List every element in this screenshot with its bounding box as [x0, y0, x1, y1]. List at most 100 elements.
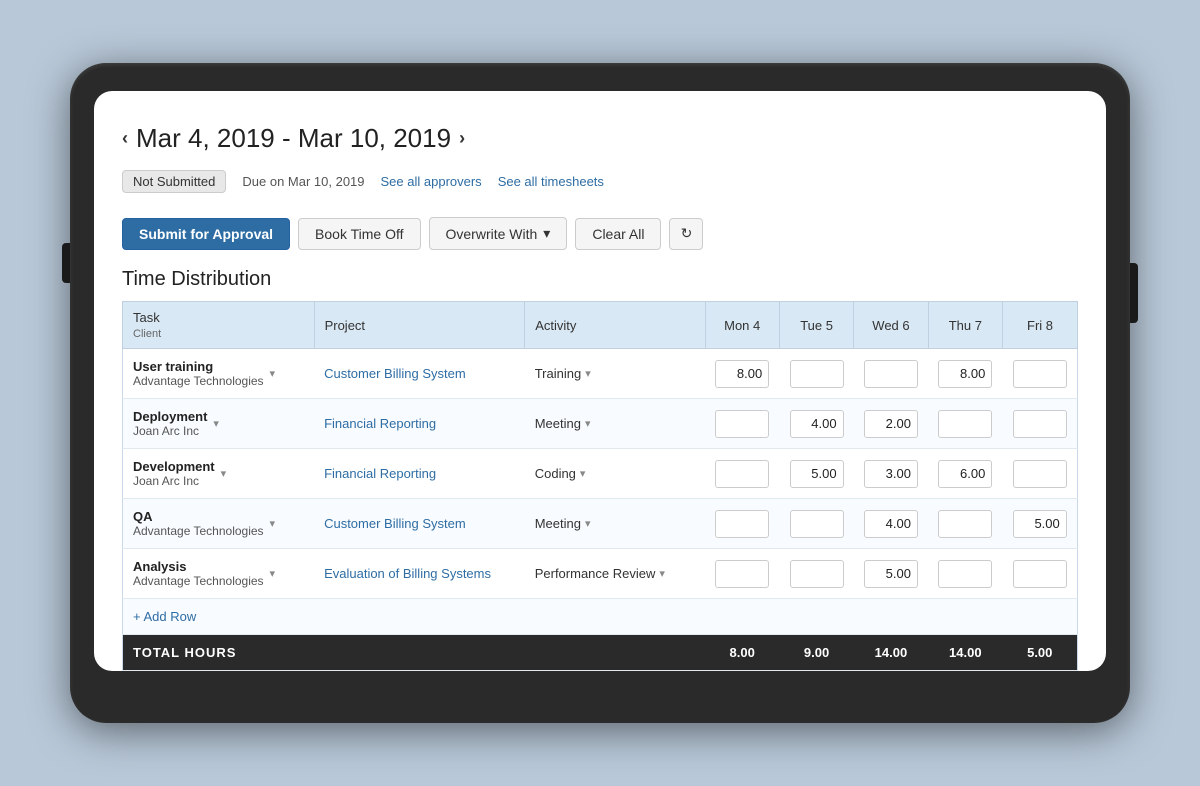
hour-cell-wed-2 [854, 449, 928, 499]
hour-input-fri-1[interactable] [1013, 410, 1067, 438]
activity-dropdown-arrow-4[interactable]: ▾ [659, 567, 665, 580]
hour-input-tue-0[interactable] [790, 360, 844, 388]
col-header-activity: Activity [525, 302, 705, 349]
see-timesheets-link[interactable]: See all timesheets [498, 174, 604, 189]
status-badge: Not Submitted [122, 170, 226, 193]
hour-input-mon-1[interactable] [715, 410, 769, 438]
book-time-off-button[interactable]: Book Time Off [298, 218, 420, 250]
refresh-button[interactable]: ↻ [669, 218, 703, 250]
project-cell-0: Customer Billing System [314, 349, 525, 399]
hour-input-fri-2[interactable] [1013, 460, 1067, 488]
status-bar: Not Submitted Due on Mar 10, 2019 See al… [122, 162, 1078, 207]
activity-dropdown-arrow-0[interactable]: ▾ [585, 367, 591, 380]
project-cell-4: Evaluation of Billing Systems [314, 549, 525, 599]
hour-cell-fri-0 [1003, 349, 1078, 399]
activity-cell-3: Meeting ▾ [525, 499, 705, 549]
hour-input-mon-4[interactable] [715, 560, 769, 588]
hour-input-wed-1[interactable] [864, 410, 918, 438]
hour-input-tue-1[interactable] [790, 410, 844, 438]
hour-cell-tue-1 [779, 399, 853, 449]
prev-arrow[interactable]: ‹ [122, 128, 128, 149]
due-date-text: Due on Mar 10, 2019 [242, 174, 364, 189]
total-thu: 14.00 [928, 635, 1002, 671]
task-dropdown-arrow-4[interactable]: ▾ [270, 567, 276, 580]
table-row: User training Advantage Technologies ▾ C… [123, 349, 1078, 399]
hour-input-wed-3[interactable] [864, 510, 918, 538]
toolbar: Submit for Approval Book Time Off Overwr… [122, 207, 1078, 268]
hour-input-thu-0[interactable] [938, 360, 992, 388]
activity-dropdown-arrow-3[interactable]: ▾ [585, 517, 591, 530]
activity-value-2: Coding [535, 466, 576, 481]
hour-cell-tue-0 [779, 349, 853, 399]
project-cell-3: Customer Billing System [314, 499, 525, 549]
total-hours-label: TOTAL HOURS [123, 635, 706, 671]
activity-dropdown-arrow-2[interactable]: ▾ [580, 467, 586, 480]
task-cell-2: Development Joan Arc Inc ▾ [123, 449, 315, 499]
activity-value-1: Meeting [535, 416, 581, 431]
task-cell-1: Deployment Joan Arc Inc ▾ [123, 399, 315, 449]
hour-cell-wed-1 [854, 399, 928, 449]
col-header-mon: Mon 4 [705, 302, 779, 349]
section-title: Time Distribution [122, 268, 1078, 291]
hour-input-mon-0[interactable] [715, 360, 769, 388]
task-dropdown-arrow-2[interactable]: ▾ [221, 467, 227, 480]
table-header-row: Task Client Project Activity Mon 4 Tue 5… [123, 302, 1078, 349]
hour-input-mon-2[interactable] [715, 460, 769, 488]
hour-cell-thu-4 [928, 549, 1002, 599]
hour-cell-mon-0 [705, 349, 779, 399]
col-header-tue: Tue 5 [779, 302, 853, 349]
tablet-screen: ‹ Mar 4, 2019 - Mar 10, 2019 › Not Submi… [94, 91, 1106, 671]
table-row: Analysis Advantage Technologies ▾ Evalua… [123, 549, 1078, 599]
hour-input-thu-4[interactable] [938, 560, 992, 588]
task-name-1: Deployment [133, 409, 207, 424]
side-button-right [1130, 263, 1138, 323]
activity-cell-4: Performance Review ▾ [525, 549, 705, 599]
overwrite-dropdown-arrow: ▾ [543, 225, 550, 242]
hour-input-thu-2[interactable] [938, 460, 992, 488]
client-name-2: Joan Arc Inc [133, 474, 215, 488]
col-header-task: Task Client [123, 302, 315, 349]
hour-cell-thu-0 [928, 349, 1002, 399]
col-header-project: Project [314, 302, 525, 349]
task-dropdown-arrow-1[interactable]: ▾ [213, 417, 219, 430]
next-arrow[interactable]: › [459, 128, 465, 149]
task-cell-0: User training Advantage Technologies ▾ [123, 349, 315, 399]
hour-cell-tue-3 [779, 499, 853, 549]
hour-input-fri-3[interactable] [1013, 510, 1067, 538]
hour-input-thu-3[interactable] [938, 510, 992, 538]
date-range: Mar 4, 2019 - Mar 10, 2019 [136, 123, 451, 154]
total-tue: 9.00 [779, 635, 853, 671]
submit-approval-button[interactable]: Submit for Approval [122, 218, 290, 250]
hour-input-wed-4[interactable] [864, 560, 918, 588]
table-row: Deployment Joan Arc Inc ▾ Financial Repo… [123, 399, 1078, 449]
tablet-frame: ‹ Mar 4, 2019 - Mar 10, 2019 › Not Submi… [70, 63, 1130, 723]
hour-input-thu-1[interactable] [938, 410, 992, 438]
task-dropdown-arrow-3[interactable]: ▾ [270, 517, 276, 530]
client-name-1: Joan Arc Inc [133, 424, 207, 438]
task-dropdown-arrow-0[interactable]: ▾ [270, 367, 276, 380]
clear-all-button[interactable]: Clear All [575, 218, 661, 250]
task-name-2: Development [133, 459, 215, 474]
hour-input-tue-2[interactable] [790, 460, 844, 488]
hour-cell-fri-1 [1003, 399, 1078, 449]
task-name-0: User training [133, 359, 264, 374]
hour-input-wed-0[interactable] [864, 360, 918, 388]
hour-input-fri-4[interactable] [1013, 560, 1067, 588]
add-row-button[interactable]: + Add Row [123, 599, 1078, 635]
hour-input-fri-0[interactable] [1013, 360, 1067, 388]
overwrite-with-button[interactable]: Overwrite With ▾ [429, 217, 568, 250]
activity-dropdown-arrow-1[interactable]: ▾ [585, 417, 591, 430]
project-cell-2: Financial Reporting [314, 449, 525, 499]
hour-input-tue-4[interactable] [790, 560, 844, 588]
hour-cell-wed-3 [854, 499, 928, 549]
activity-cell-1: Meeting ▾ [525, 399, 705, 449]
table-row: QA Advantage Technologies ▾ Customer Bil… [123, 499, 1078, 549]
hour-input-wed-2[interactable] [864, 460, 918, 488]
see-approvers-link[interactable]: See all approvers [381, 174, 482, 189]
hour-input-tue-3[interactable] [790, 510, 844, 538]
table-row: Development Joan Arc Inc ▾ Financial Rep… [123, 449, 1078, 499]
hour-cell-fri-2 [1003, 449, 1078, 499]
task-name-3: QA [133, 509, 264, 524]
hour-input-mon-3[interactable] [715, 510, 769, 538]
hour-cell-mon-3 [705, 499, 779, 549]
